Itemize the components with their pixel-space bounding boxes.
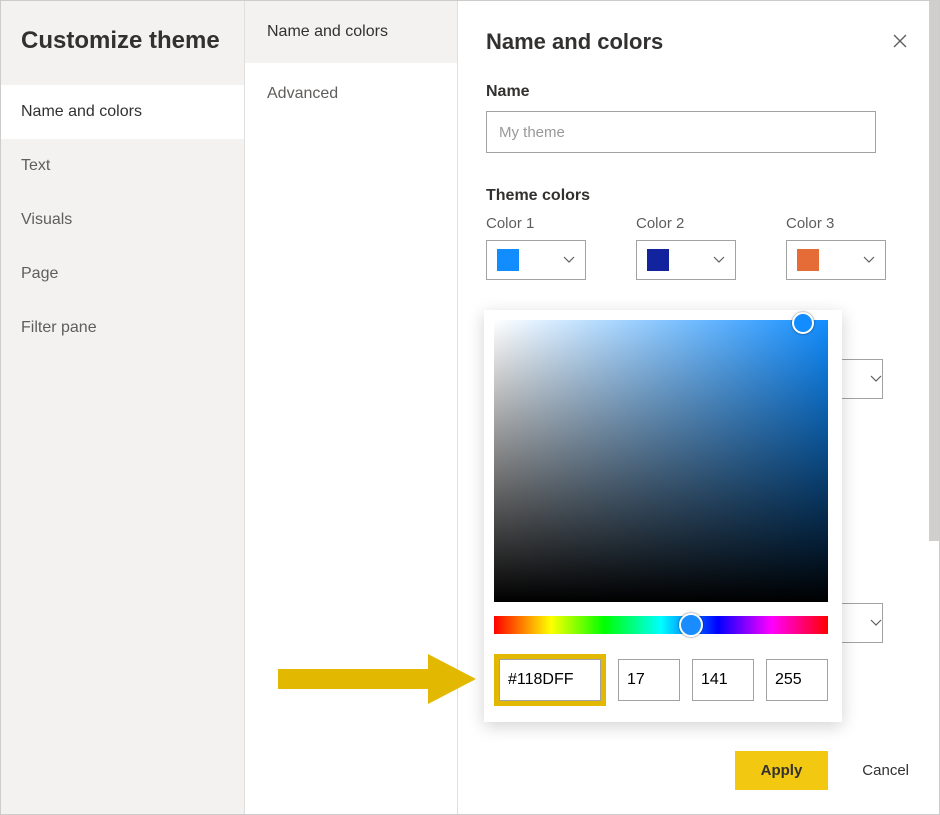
color-1-dropdown[interactable] — [486, 240, 586, 280]
color-slot-3: Color 3 — [786, 215, 886, 280]
dialog-footer: Apply Cancel — [458, 731, 939, 814]
color-slot-2: Color 2 — [636, 215, 736, 280]
hex-highlight — [494, 654, 606, 706]
customize-theme-dialog: Customize theme Name and colors Text Vis… — [0, 0, 940, 815]
color-slot-1: Color 1 — [486, 215, 586, 280]
color-3-dropdown[interactable] — [786, 240, 886, 280]
hue-slider[interactable] — [494, 616, 828, 634]
color-2-label: Color 2 — [636, 215, 736, 232]
panel-title: Name and colors — [486, 29, 663, 55]
sidebar-item-text[interactable]: Text — [1, 139, 244, 193]
sub-item-advanced[interactable]: Advanced — [245, 63, 457, 125]
theme-colors-label: Theme colors — [486, 187, 911, 205]
close-button[interactable] — [889, 29, 911, 55]
sidebar-item-name-colors[interactable]: Name and colors — [1, 85, 244, 139]
chevron-down-icon — [563, 254, 575, 266]
sv-thumb[interactable] — [792, 312, 814, 334]
color-3-label: Color 3 — [786, 215, 886, 232]
blue-input[interactable] — [766, 659, 828, 701]
color-2-swatch — [647, 249, 669, 271]
close-icon — [893, 32, 907, 52]
color-1-swatch — [497, 249, 519, 271]
scrollbar[interactable] — [929, 1, 939, 541]
red-input[interactable] — [618, 659, 680, 701]
chevron-down-icon — [863, 254, 875, 266]
chevron-down-icon — [870, 617, 882, 629]
sidebar-item-visuals[interactable]: Visuals — [1, 193, 244, 247]
green-input[interactable] — [692, 659, 754, 701]
hue-thumb[interactable] — [679, 613, 703, 637]
hex-input[interactable] — [499, 659, 601, 701]
apply-button[interactable]: Apply — [735, 751, 829, 790]
cancel-button[interactable]: Cancel — [862, 762, 909, 779]
dialog-title: Customize theme — [1, 1, 244, 85]
color-2-dropdown[interactable] — [636, 240, 736, 280]
annotation-arrow — [278, 654, 478, 709]
color-1-label: Color 1 — [486, 215, 586, 232]
chevron-down-icon — [713, 254, 725, 266]
color-3-swatch — [797, 249, 819, 271]
color-picker — [484, 310, 842, 722]
name-label: Name — [486, 83, 911, 101]
sidebar-item-page[interactable]: Page — [1, 247, 244, 301]
saturation-value-panel[interactable] — [494, 320, 828, 602]
theme-name-input[interactable] — [486, 111, 876, 153]
sidebar-item-filter-pane[interactable]: Filter pane — [1, 301, 244, 355]
chevron-down-icon — [870, 373, 882, 385]
category-sidebar: Customize theme Name and colors Text Vis… — [1, 1, 245, 814]
sub-item-name-colors[interactable]: Name and colors — [245, 1, 457, 63]
